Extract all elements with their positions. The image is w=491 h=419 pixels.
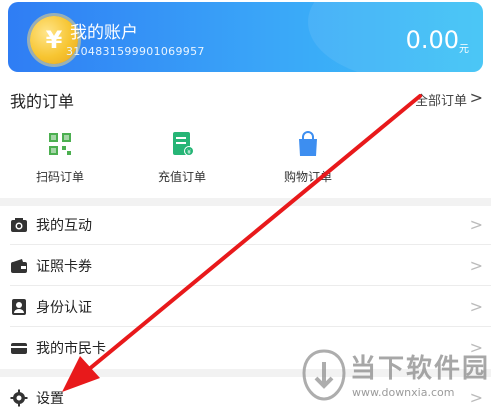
gear-icon (10, 389, 28, 407)
order-tile-label: 购物订单 (283, 170, 332, 184)
section-gap (0, 198, 491, 206)
menu-item-label: 证照卡券 (36, 259, 92, 275)
watermark-name: 当下软件园 (350, 354, 491, 384)
order-tile-recharge[interactable]: ¥ 充值订单 (122, 130, 242, 190)
menu-item-label: 我的互动 (36, 218, 92, 234)
order-tile-label: 扫码订单 (35, 170, 84, 184)
watermark-url: www.downxia.com (352, 386, 455, 399)
chevron-right-icon: > (469, 256, 483, 275)
id-badge-icon (12, 299, 26, 315)
divider (10, 244, 491, 245)
order-tile-shopping[interactable]: 购物订单 (248, 130, 368, 190)
orders-title: 我的订单 (10, 92, 75, 111)
account-balance: 0.00 (405, 26, 459, 54)
downxia-logo-icon (302, 349, 346, 401)
svg-text:¥: ¥ (187, 149, 191, 156)
menu-item-label: 我的市民卡 (36, 341, 106, 357)
chevron-right-icon: > (469, 297, 483, 316)
menu-item-interaction[interactable]: 我的互动 > (0, 206, 491, 244)
menu-item-label: 设置 (36, 391, 64, 407)
chevron-right-icon: > (469, 215, 483, 234)
camera-icon (11, 218, 27, 232)
balance-unit: 元 (459, 44, 469, 55)
chevron-right-icon[interactable]: > (470, 88, 483, 107)
qr-scan-icon (49, 133, 71, 155)
all-orders-link[interactable]: 全部订单 (415, 90, 467, 109)
card-icon (11, 343, 27, 354)
order-tile-label: 充值订单 (157, 170, 206, 184)
account-number: 3104831599901069957 (66, 45, 205, 58)
account-card[interactable]: ¥ 我的账户 3104831599901069957 0.00 元 (8, 2, 483, 72)
wallet-icon (11, 259, 27, 273)
divider (10, 326, 491, 327)
order-tile-scan[interactable]: 扫码订单 (0, 130, 120, 190)
divider (10, 285, 491, 286)
recharge-doc-icon: ¥ (173, 132, 194, 156)
menu-item-licenses[interactable]: 证照卡券 > (0, 247, 491, 285)
orders-header: 我的订单 全部订单 > (10, 88, 483, 112)
menu-item-label: 身份认证 (36, 300, 92, 316)
watermark: 当下软件园 www.downxia.com (300, 348, 491, 408)
account-title: 我的账户 (70, 23, 138, 43)
menu-item-identity[interactable]: 身份认证 > (0, 288, 491, 326)
shopping-bag-icon (299, 131, 317, 156)
